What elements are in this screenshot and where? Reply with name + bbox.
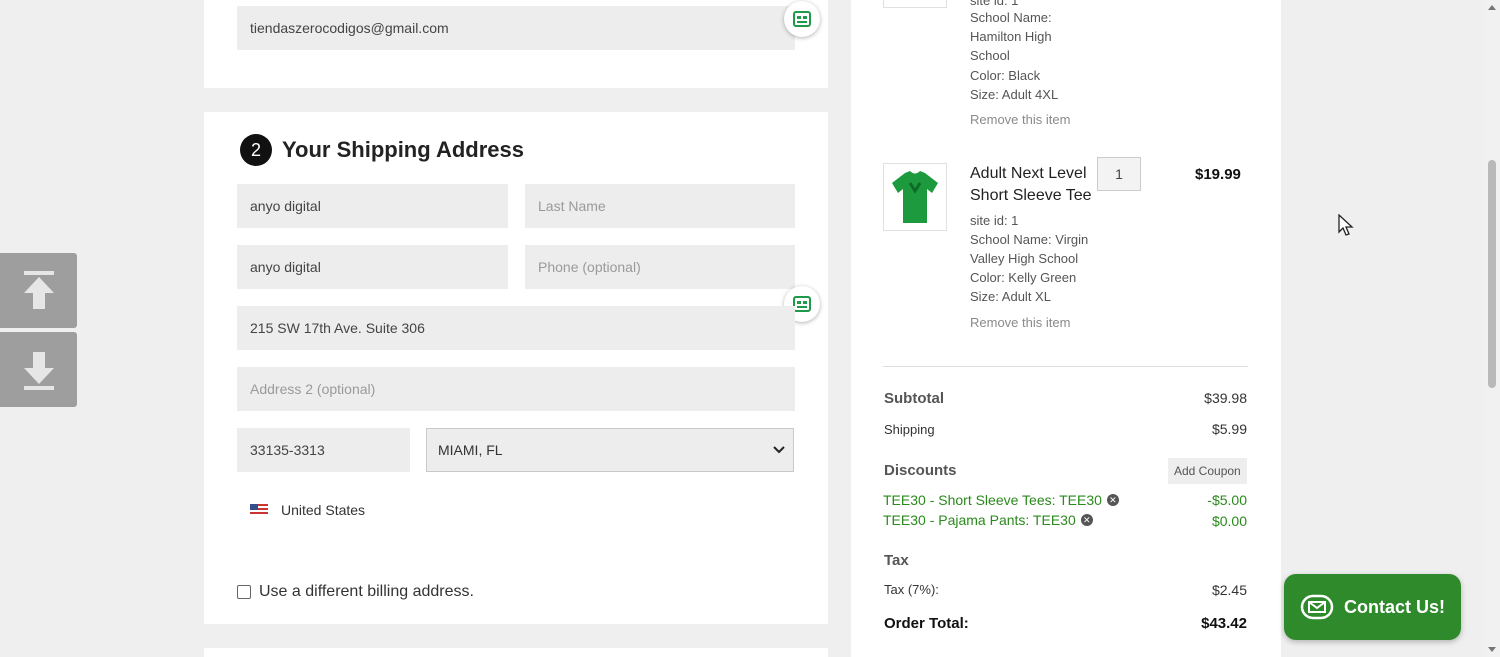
item2-name-line2: Short Sleeve Tee <box>970 187 1092 204</box>
company-field[interactable]: anyo digital <box>237 245 508 289</box>
discount1-label: TEE30 - Short Sleeve Tees: TEE30 <box>883 492 1102 508</box>
item2-quantity-value: 1 <box>1115 166 1123 182</box>
flag-us-icon <box>250 504 268 516</box>
first-name-value: anyo digital <box>250 198 321 214</box>
contact-card: tiendaszerocodigos@gmail.com <box>204 0 828 88</box>
step-number-badge: 2 <box>240 134 272 166</box>
autofill-icon[interactable] <box>784 1 820 37</box>
next-card <box>204 648 828 657</box>
item1-school-2: Hamilton High <box>970 29 1052 44</box>
scroll-down-arrow-icon[interactable] <box>1487 644 1497 654</box>
tax-label: Tax (7%): <box>884 582 939 597</box>
scroll-down-button[interactable] <box>0 332 77 407</box>
contact-us-button[interactable]: Contact Us! <box>1284 574 1461 640</box>
arrow-up-icon <box>23 270 54 309</box>
discount2-label: TEE30 - Pajama Pants: TEE30 <box>883 512 1076 528</box>
address2-field[interactable]: Address 2 (optional) <box>237 367 795 411</box>
arrow-down-icon <box>23 351 54 390</box>
country-value: United States <box>281 502 366 518</box>
scrollbar-thumb[interactable] <box>1488 160 1496 388</box>
envelope-icon <box>1300 594 1334 620</box>
item2-price: $19.99 <box>1195 166 1241 183</box>
phone-placeholder: Phone (optional) <box>538 259 641 275</box>
city-state-select[interactable]: MIAMI, FL <box>426 428 794 472</box>
billing-checkbox-row[interactable]: Use a different billing address. <box>237 583 474 601</box>
item2-school-2: Valley High School <box>970 251 1079 266</box>
item1-color: Color: Black <box>970 68 1041 83</box>
close-circle-icon[interactable]: ✕ <box>1080 514 1093 526</box>
discount1-value: -$5.00 <box>1207 492 1247 508</box>
shipping-card: 2 Your Shipping Address anyo digital Las… <box>204 112 828 624</box>
item1-size: Size: Adult 4XL <box>970 87 1059 102</box>
address1-field[interactable]: 215 SW 17th Ave. Suite 306 <box>237 306 795 350</box>
city-state-value: MIAMI, FL <box>438 442 503 458</box>
last-name-field[interactable]: Last Name <box>525 184 795 228</box>
tax-heading: Tax <box>884 552 909 569</box>
contact-us-label: Contact Us! <box>1343 596 1445 617</box>
tshirt-icon <box>890 0 940 2</box>
summary-divider <box>883 366 1248 367</box>
item1-thumbnail <box>883 0 947 8</box>
billing-checkbox-label: Use a different billing address. <box>259 583 474 600</box>
discount1-row: TEE30 - Short Sleeve Tees: TEE30 ✕ <box>883 492 1119 508</box>
item2-name-line1: Adult Next Level <box>970 165 1087 182</box>
order-summary: site id: 1 School Name: Hamilton High Sc… <box>851 0 1281 657</box>
item2-thumbnail <box>883 163 947 231</box>
item1-school-3: School <box>970 48 1010 63</box>
phone-field[interactable]: Phone (optional) <box>525 245 795 289</box>
order-total-label: Order Total: <box>884 615 969 632</box>
tax-value: $2.45 <box>1211 582 1247 598</box>
page-scrollbar[interactable] <box>1484 0 1500 657</box>
first-name-field[interactable]: anyo digital <box>237 184 508 228</box>
shipping-value: $5.99 <box>1211 421 1247 437</box>
item2-school-1: School Name: Virgin <box>970 232 1089 247</box>
last-name-placeholder: Last Name <box>538 198 606 214</box>
shipping-label: Shipping <box>884 422 935 437</box>
discount2-row: TEE30 - Pajama Pants: TEE30 ✕ <box>883 512 1093 528</box>
mouse-cursor-icon <box>1338 214 1354 236</box>
scroll-up-button[interactable] <box>0 253 77 328</box>
discount2-value: $0.00 <box>1211 513 1247 529</box>
chevron-down-icon <box>773 446 785 454</box>
item1-school-1: School Name: <box>970 10 1052 25</box>
country-row[interactable]: United States <box>250 502 365 518</box>
order-total-value: $43.42 <box>1201 615 1247 632</box>
company-value: anyo digital <box>250 259 321 275</box>
email-value: tiendaszerocodigos@gmail.com <box>250 20 449 36</box>
close-circle-icon[interactable]: ✕ <box>1106 494 1119 506</box>
shipping-title: Your Shipping Address <box>282 137 525 162</box>
billing-checkbox[interactable] <box>237 585 251 599</box>
zip-field[interactable]: 33135-3313 <box>237 428 410 472</box>
discounts-label: Discounts <box>884 462 957 479</box>
address2-placeholder: Address 2 (optional) <box>250 381 376 397</box>
zip-value: 33135-3313 <box>250 442 325 458</box>
item2-size: Size: Adult XL <box>970 289 1051 304</box>
scroll-up-arrow-icon[interactable] <box>1487 3 1497 13</box>
item1-remove-link[interactable]: Remove this item <box>970 112 1070 127</box>
item2-quantity-input[interactable]: 1 <box>1097 157 1141 191</box>
item2-remove-link[interactable]: Remove this item <box>970 315 1070 330</box>
subtotal-label: Subtotal <box>884 390 944 407</box>
item2-site-id: site id: 1 <box>970 213 1019 228</box>
tshirt-icon <box>892 171 938 223</box>
address1-value: 215 SW 17th Ave. Suite 306 <box>250 320 425 336</box>
shipping-section-title: 2 Your Shipping Address <box>240 134 524 166</box>
item2-color: Color: Kelly Green <box>970 270 1077 285</box>
subtotal-value: $39.98 <box>1204 390 1247 406</box>
email-field[interactable]: tiendaszerocodigos@gmail.com <box>237 6 795 50</box>
add-coupon-button[interactable]: Add Coupon <box>1168 458 1247 484</box>
